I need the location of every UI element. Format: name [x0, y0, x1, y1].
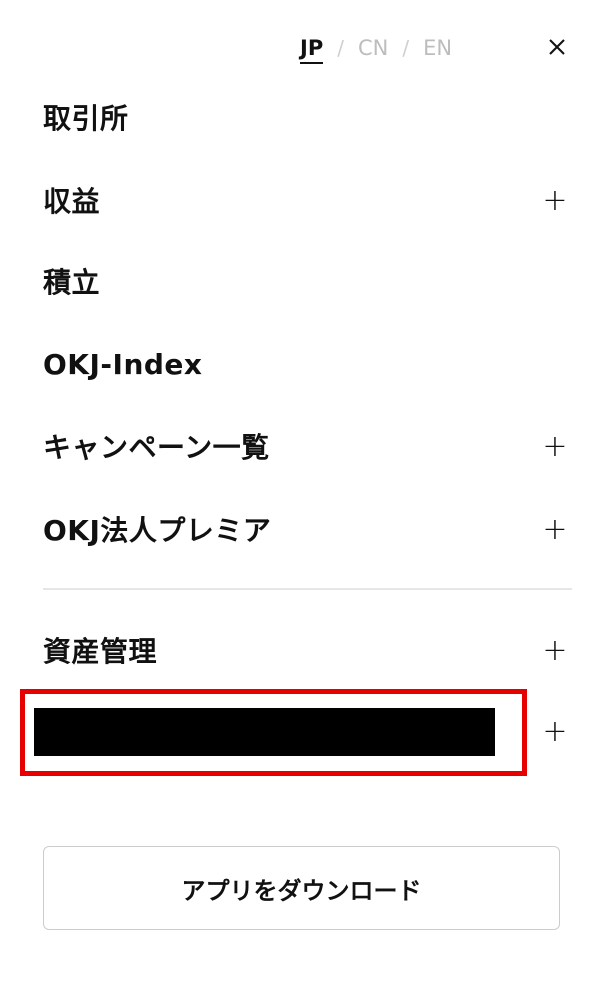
menu-item-earn[interactable]: 収益 +: [43, 170, 572, 230]
lang-en[interactable]: EN: [423, 36, 452, 60]
menu-item-label: OKJ-Index: [43, 347, 203, 381]
plus-icon[interactable]: +: [540, 429, 570, 464]
lang-separator: /: [337, 36, 344, 60]
menu-item-campaigns[interactable]: キャンペーン一覧 +: [43, 416, 572, 476]
close-icon: [549, 39, 565, 55]
language-switcher: JP / CN / EN: [300, 30, 452, 66]
menu-item-asset-management[interactable]: 資産管理 +: [43, 620, 572, 680]
plus-icon[interactable]: +: [540, 714, 570, 749]
lang-jp[interactable]: JP: [300, 36, 324, 64]
menu-divider: [43, 588, 572, 590]
lang-separator: /: [402, 36, 410, 60]
menu-item-label: 資産管理: [43, 635, 158, 668]
menu-item-recurring[interactable]: 積立: [43, 251, 572, 311]
close-button[interactable]: [542, 32, 572, 62]
plus-icon[interactable]: +: [540, 183, 570, 218]
redacted-menu-item[interactable]: [34, 708, 495, 756]
plus-icon[interactable]: +: [540, 633, 570, 668]
menu-item-okj-corporate-premier[interactable]: OKJ法人プレミア +: [43, 499, 572, 559]
menu-item-label: 収益: [43, 185, 101, 218]
menu-item-label: OKJ法人プレミア: [43, 514, 272, 547]
lang-cn[interactable]: CN: [358, 36, 388, 60]
download-app-button[interactable]: アプリをダウンロード: [43, 846, 560, 930]
plus-icon[interactable]: +: [540, 512, 570, 547]
menu-item-label: 取引所: [43, 102, 129, 135]
menu-item-exchange[interactable]: 取引所: [43, 87, 572, 147]
menu-item-okj-index[interactable]: OKJ-Index: [43, 334, 572, 394]
menu-item-label: キャンペーン一覧: [43, 431, 270, 464]
menu-item-label: 積立: [43, 266, 101, 299]
